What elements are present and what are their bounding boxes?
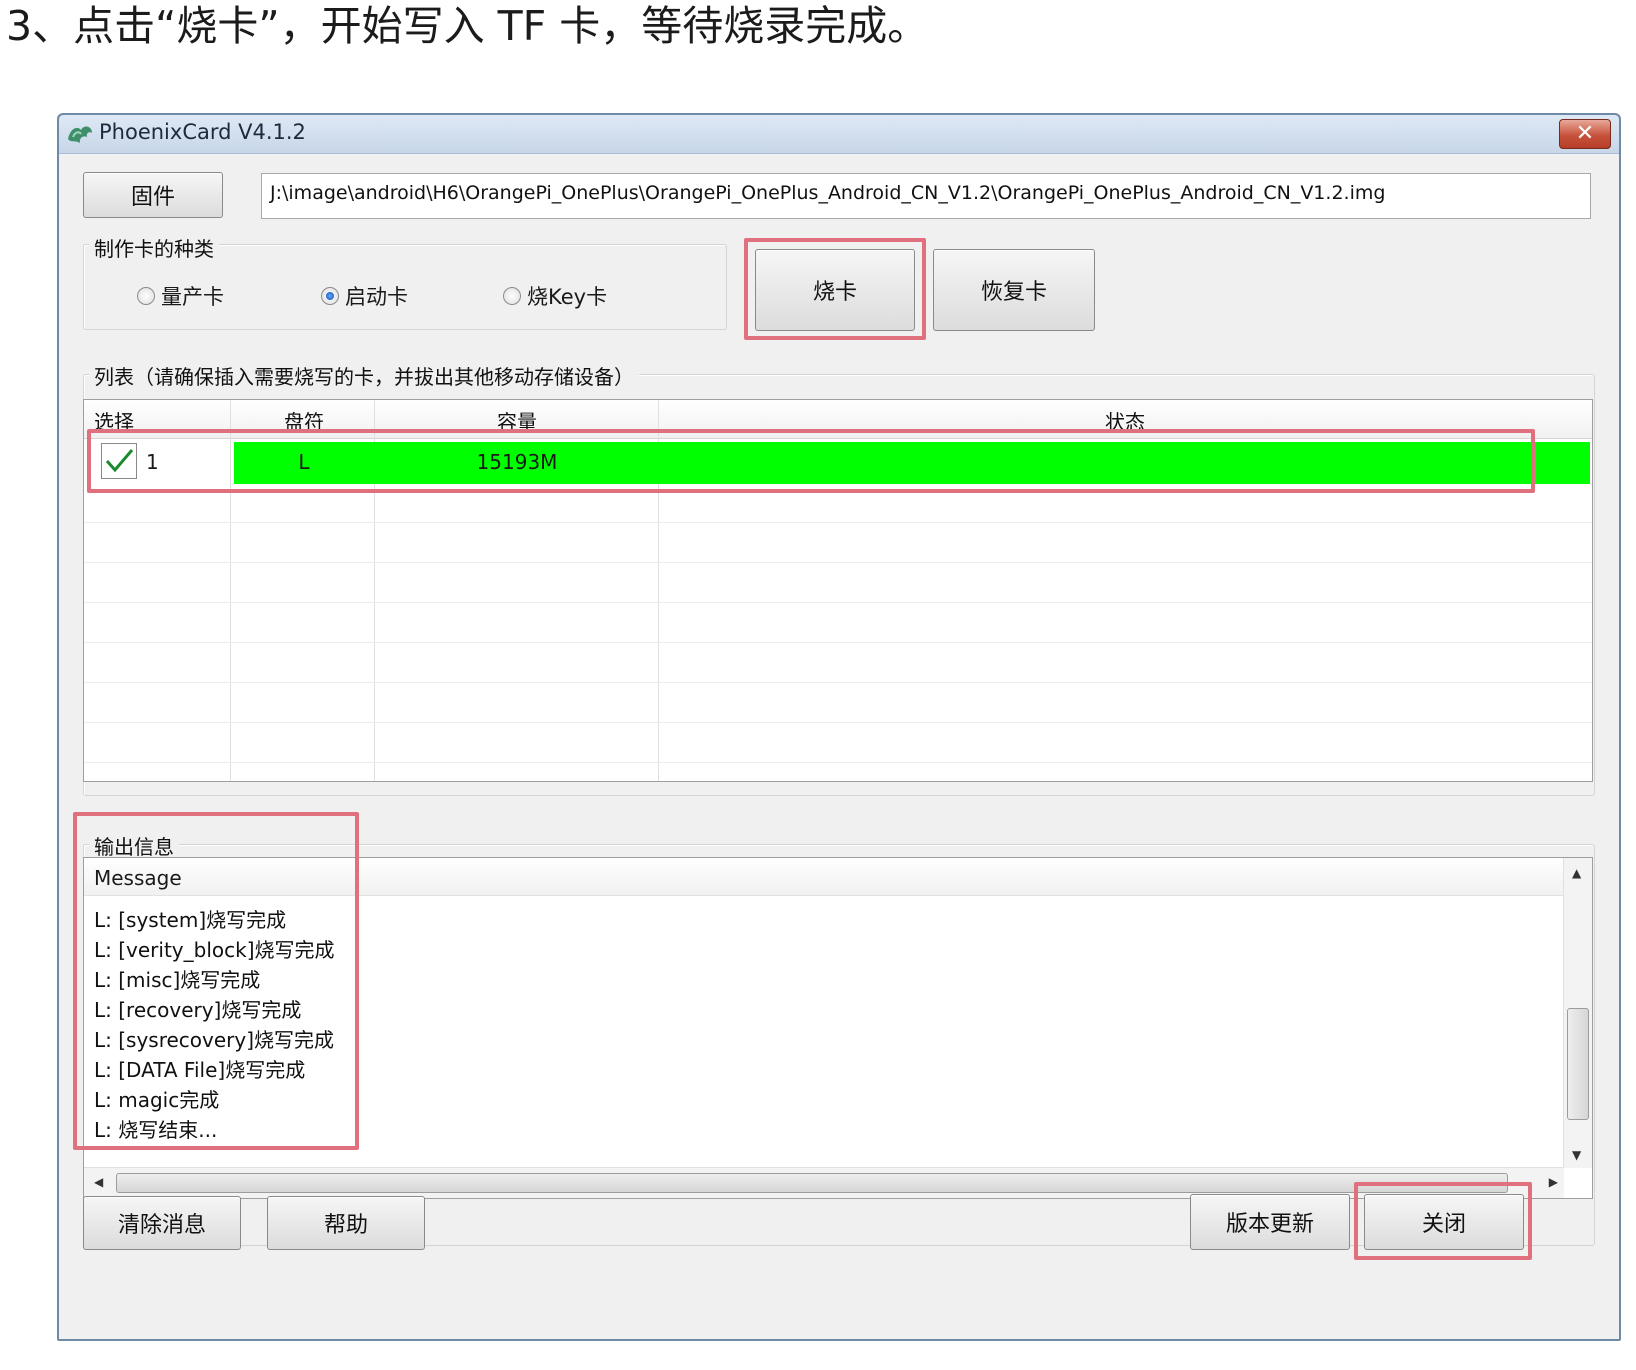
row-divider <box>84 562 1592 563</box>
radio-indicator <box>137 287 155 305</box>
row-divider <box>84 722 1592 723</box>
scroll-down-icon[interactable]: ▼ <box>1572 1148 1581 1162</box>
card-type-label: 制作卡的种类 <box>89 233 219 262</box>
restore-card-button[interactable]: 恢复卡 <box>933 249 1095 331</box>
scroll-up-icon[interactable]: ▲ <box>1572 866 1581 880</box>
radio-boot-card[interactable]: 启动卡 <box>321 281 408 311</box>
window-title: PhoenixCard V4.1.2 <box>99 120 306 144</box>
window-close-button[interactable]: ✕ <box>1559 119 1611 149</box>
scroll-left-icon[interactable]: ◀ <box>94 1175 103 1189</box>
row-divider <box>84 642 1592 643</box>
card-list-label: 列表（请确保插入需要烧写的卡，并拔出其他移动存储设备） <box>89 361 639 390</box>
row-divider <box>84 682 1592 683</box>
highlight-close-button <box>1354 1182 1532 1260</box>
help-label: 帮助 <box>323 1213 368 1238</box>
version-update-button[interactable]: 版本更新 <box>1190 1194 1350 1250</box>
horizontal-scroll-thumb[interactable] <box>116 1173 1508 1193</box>
highlight-burn-button <box>744 238 926 340</box>
vertical-scroll-thumb[interactable] <box>1567 1008 1589 1120</box>
clear-messages-label: 清除消息 <box>117 1213 206 1238</box>
radio-key-card[interactable]: 烧Key卡 <box>503 281 607 311</box>
firmware-button-label: 固件 <box>130 185 175 210</box>
firmware-button[interactable]: 固件 <box>83 172 223 218</box>
row-divider <box>84 762 1592 763</box>
version-update-label: 版本更新 <box>1225 1212 1314 1237</box>
scroll-right-icon[interactable]: ▶ <box>1549 1175 1558 1189</box>
app-logo-icon <box>68 126 92 143</box>
radio-label: 量产卡 <box>161 285 224 309</box>
close-icon: ✕ <box>1575 121 1595 146</box>
vertical-scrollbar[interactable]: ▲ ▼ <box>1563 858 1592 1168</box>
clear-messages-button[interactable]: 清除消息 <box>83 1196 241 1250</box>
radio-label: 启动卡 <box>345 285 408 309</box>
phoenixcard-window: PhoenixCard V4.1.2 ✕ 固件 J:\image\android… <box>57 113 1621 1341</box>
firmware-path-field[interactable]: J:\image\android\H6\OrangePi_OnePlus\Ora… <box>261 173 1591 219</box>
title-bar[interactable]: PhoenixCard V4.1.2 ✕ <box>59 115 1619 154</box>
highlight-card-row <box>87 429 1535 493</box>
radio-mass-production-card[interactable]: 量产卡 <box>137 281 224 311</box>
radio-label: 烧Key卡 <box>527 285 608 309</box>
row-divider <box>84 522 1592 523</box>
radio-indicator-selected <box>321 287 339 305</box>
window-client: 固件 J:\image\android\H6\OrangePi_OnePlus\… <box>59 154 1619 1339</box>
row-divider <box>84 602 1592 603</box>
help-button[interactable]: 帮助 <box>267 1196 425 1250</box>
highlight-output-messages <box>73 812 359 1150</box>
restore-card-label: 恢复卡 <box>980 280 1047 305</box>
page-heading: 3、点击“烧卡”，开始写入 TF 卡，等待烧录完成。 <box>6 2 929 50</box>
radio-indicator <box>503 287 521 305</box>
